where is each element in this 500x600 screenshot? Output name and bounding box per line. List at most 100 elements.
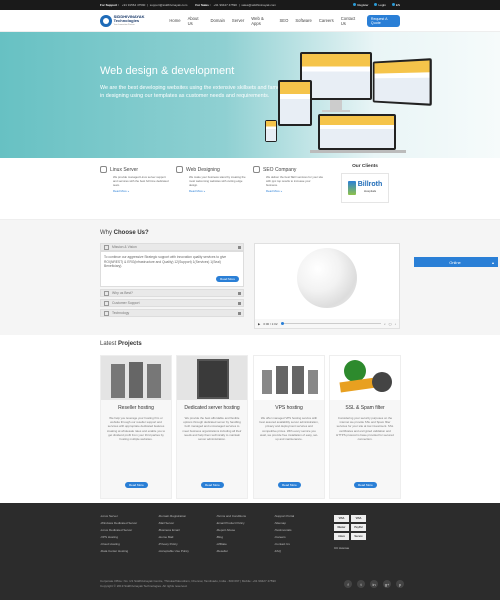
footer-links-support: Support Portal Sitemap Testimonials Care…: [274, 513, 294, 555]
card-text: We offer managed VPS hosting service wit…: [259, 416, 319, 442]
footer-link[interactable]: Contact Us: [274, 541, 294, 548]
section-title: Latest Projects: [100, 341, 142, 347]
download-icon[interactable]: ↓: [395, 322, 397, 326]
login-label: Login: [378, 3, 386, 7]
support-email[interactable]: support@siddhivinayak.com: [150, 3, 188, 7]
nav-contact[interactable]: Contact Us: [341, 16, 360, 26]
nav-software[interactable]: Software: [295, 18, 312, 23]
accordion-support[interactable]: Customer Support: [100, 299, 244, 307]
tablet-device: [278, 80, 312, 126]
project-card-ssl: SSL & Spam filter Considering your secur…: [329, 355, 401, 499]
fullscreen-icon[interactable]: ▢: [389, 322, 392, 326]
sales-info: For Sales : +91 99427 47590 | sales@sidd…: [195, 3, 276, 7]
footer-link[interactable]: Sitemap: [274, 520, 294, 527]
support-label: For Support :: [100, 3, 119, 7]
footer-link[interactable]: Windows Dedicated Server: [100, 520, 137, 527]
dedicated-server-image: [177, 356, 247, 400]
support-phone[interactable]: +91 91564 47590: [122, 3, 145, 7]
visa-icon: VISA: [334, 515, 349, 522]
main-nav: SIDDHIVINAYAK Technologies Your Innovatio…: [0, 10, 500, 32]
nav-menu: Home About Us Domain Server Web & Apps S…: [169, 14, 400, 27]
nav-server[interactable]: Server: [232, 18, 244, 23]
collapse-icon[interactable]: [238, 246, 241, 249]
nav-careers[interactable]: Careers: [319, 18, 334, 23]
sales-phone[interactable]: +91 99427 47590: [214, 3, 237, 7]
read-more-button[interactable]: Read More: [354, 482, 377, 488]
read-more-link[interactable]: Read More »: [113, 189, 170, 193]
footer-link[interactable]: Report Abuse: [216, 527, 246, 534]
footer-link[interactable]: Home Mail: [158, 534, 189, 541]
nav-seo[interactable]: SEO: [279, 18, 288, 23]
footer-link[interactable]: VPS Hosting: [100, 534, 137, 541]
accordion-why-best[interactable]: Why us Best?: [100, 289, 244, 297]
read-more-link[interactable]: Read More »: [266, 189, 323, 193]
amex-icon: Amex: [334, 533, 349, 540]
secure-icon: Secure: [351, 533, 366, 540]
linkedin-icon[interactable]: in: [370, 580, 378, 588]
pinterest-icon[interactable]: p: [396, 580, 404, 588]
read-more-button[interactable]: Read More: [125, 482, 148, 488]
footer-link[interactable]: Domain Registration: [158, 513, 189, 520]
nav-domain[interactable]: Domain: [210, 18, 224, 23]
accordion-mission[interactable]: Mission & Vision: [100, 243, 244, 251]
nav-about[interactable]: About Us: [188, 16, 204, 26]
expand-icon[interactable]: [238, 312, 241, 315]
card-text: We help you leverage your hosting firm o…: [106, 416, 166, 442]
nav-home[interactable]: Home: [169, 18, 180, 23]
accordion-text: To continue our aggressive Strategic sup…: [104, 255, 227, 268]
register-link[interactable]: Register: [353, 3, 368, 7]
accordion-label: Customer Support: [112, 301, 140, 305]
expand-icon[interactable]: [238, 302, 241, 305]
video-progress[interactable]: [280, 322, 382, 325]
feature-title: Web Designing: [186, 166, 220, 173]
video-player[interactable]: ▶ 0:00 / 1:02 ♪ ▢ ↓: [254, 243, 400, 329]
brand-logo[interactable]: SIDDHIVINAYAK Technologies Your Innovatio…: [100, 14, 169, 27]
footer-link[interactable]: FAQ: [274, 548, 294, 555]
section-title: Why Choose Us?: [100, 230, 149, 236]
login-link[interactable]: Login: [374, 3, 386, 7]
request-quote-button[interactable]: Request A Quote: [366, 14, 400, 27]
footer-link[interactable]: Careers: [274, 534, 294, 541]
footer-link[interactable]: Affiliate: [216, 541, 246, 548]
register-label: Register: [357, 3, 369, 7]
footer-link[interactable]: Linux Server: [100, 513, 137, 520]
laptop-device: [318, 114, 396, 150]
sales-email[interactable]: sales@siddhivinayak.com: [241, 3, 276, 7]
read-more-link[interactable]: Read More »: [189, 189, 246, 193]
facebook-icon[interactable]: f: [344, 580, 352, 588]
nav-web-apps[interactable]: Web & Apps: [251, 16, 272, 26]
footer-link[interactable]: Business Email: [158, 527, 189, 534]
brand-tagline: Your Innovation Partner: [113, 23, 135, 26]
reseller-image: [101, 356, 171, 400]
footer-link[interactable]: Acceptable Use Policy: [158, 548, 189, 555]
twitter-icon[interactable]: t: [357, 580, 365, 588]
play-icon[interactable]: ▶: [258, 322, 260, 326]
accordion-technology[interactable]: Technology: [100, 309, 244, 317]
hero-banner: Web design & development We are the best…: [0, 32, 500, 158]
expand-icon[interactable]: [238, 292, 241, 295]
footer-link[interactable]: Email Product Policy: [216, 520, 246, 527]
volume-icon[interactable]: ♪: [384, 322, 386, 326]
language-selector[interactable]: EN: [391, 3, 400, 7]
read-more-button[interactable]: Read More: [278, 482, 301, 488]
read-more-button[interactable]: Read More: [216, 275, 239, 282]
footer-link[interactable]: Data Center Hosting: [100, 548, 137, 555]
footer-link[interactable]: Mail Server: [158, 520, 189, 527]
project-card-vps: VPS hosting We offer managed VPS hosting…: [253, 355, 325, 499]
footer-link[interactable]: Privacy Policy: [158, 541, 189, 548]
google-plus-icon[interactable]: g+: [383, 580, 391, 588]
accordion: Mission & Vision To continue our aggress…: [100, 243, 244, 319]
footer-link[interactable]: Blog: [216, 534, 246, 541]
client-logo[interactable]: Billroth Hospitals: [341, 173, 389, 203]
footer-link[interactable]: Cloud Hosting: [100, 541, 137, 548]
why-choose-us: Why Choose Us?: [0, 220, 500, 335]
footer-link[interactable]: Terms and Conditions: [216, 513, 246, 520]
card-text: We provide the best affordable and flexi…: [182, 416, 242, 442]
online-chat-widget[interactable]: Online ▴: [414, 257, 498, 267]
footer-link[interactable]: Linux Dedicated Server: [100, 527, 137, 534]
footer-link[interactable]: Reseller: [216, 548, 246, 555]
footer-link[interactable]: Testimonials: [274, 527, 294, 534]
read-more-button[interactable]: Read More: [201, 482, 224, 488]
footer-link[interactable]: Support Portal: [274, 513, 294, 520]
ccavenue-badge: CC Avenue: [334, 546, 350, 550]
